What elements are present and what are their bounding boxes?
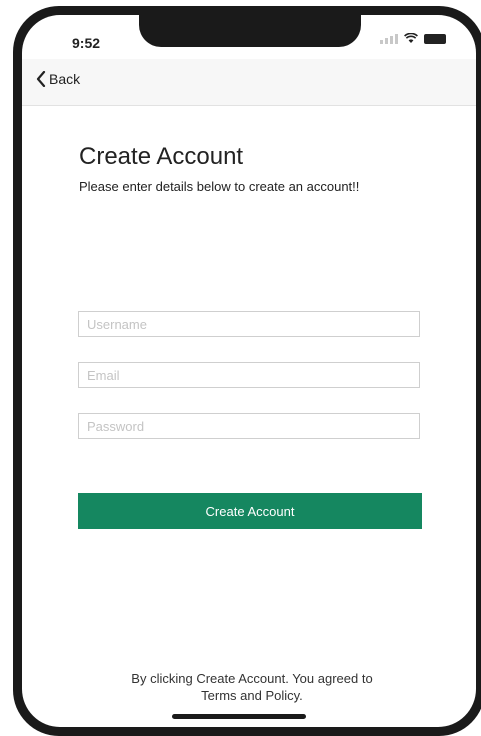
back-label: Back	[49, 71, 81, 87]
chevron-left-icon	[36, 71, 46, 87]
phone-frame: 9:52 Back Create Account Please enter de…	[13, 6, 481, 736]
status-bar: 9:52	[22, 15, 476, 59]
device-notch	[139, 15, 361, 47]
terms-policy-link[interactable]: Terms and Policy.	[62, 687, 442, 704]
terms-notice: By clicking Create Account. You agreed t…	[62, 670, 442, 704]
email-input[interactable]	[78, 362, 420, 388]
navigation-bar: Back	[22, 59, 476, 106]
username-input[interactable]	[78, 311, 420, 337]
home-indicator	[172, 714, 306, 719]
signal-icon	[380, 33, 398, 44]
create-account-button[interactable]: Create Account	[78, 493, 422, 529]
page-subtitle: Please enter details below to create an …	[79, 179, 360, 194]
wifi-icon	[404, 33, 418, 43]
status-icons	[380, 33, 446, 44]
battery-icon	[424, 33, 446, 44]
password-input[interactable]	[78, 413, 420, 439]
terms-notice-line1: By clicking Create Account. You agreed t…	[131, 671, 373, 686]
page-title: Create Account	[79, 143, 244, 170]
status-time: 9:52	[72, 35, 101, 51]
back-button[interactable]: Back	[36, 71, 80, 87]
app-screen: 9:52 Back Create Account Please enter de…	[22, 15, 476, 727]
